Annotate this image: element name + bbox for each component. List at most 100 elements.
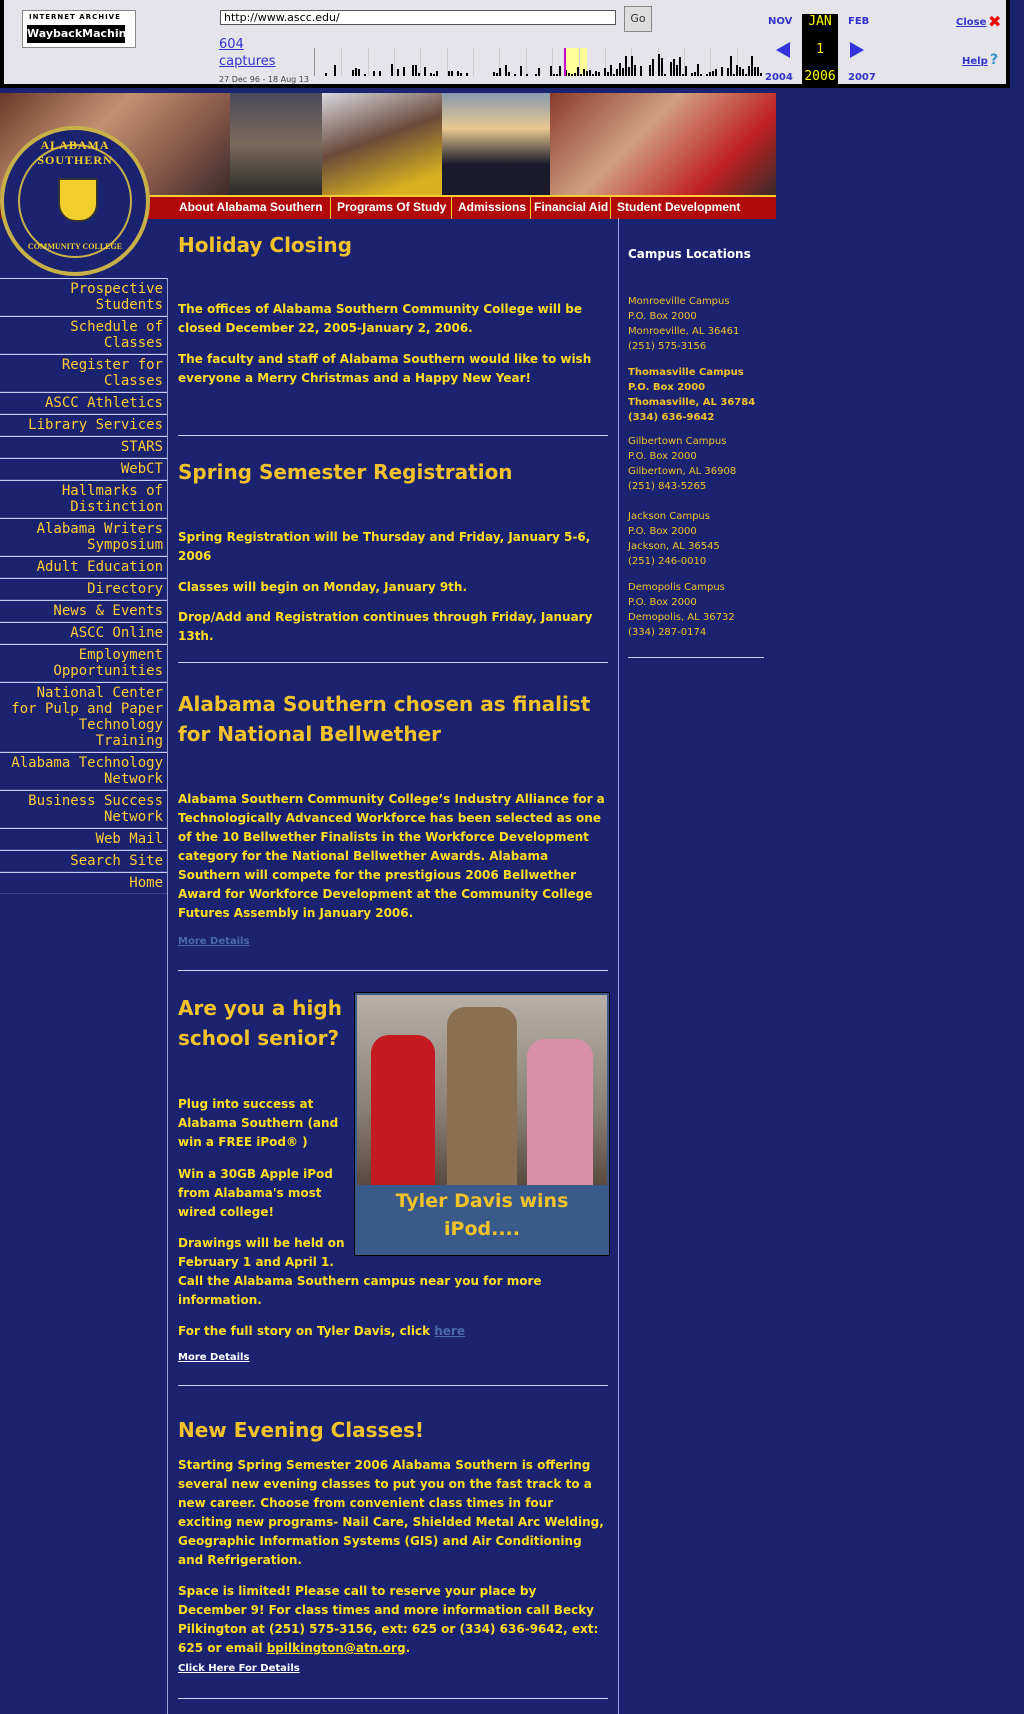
sparkline-bar bbox=[712, 71, 714, 76]
prev-capture-arrow-icon[interactable] bbox=[776, 42, 790, 58]
evening-details-link[interactable]: Click Here For Details bbox=[178, 1663, 300, 1674]
sparkline-bar bbox=[457, 71, 459, 76]
sparkline-bar bbox=[325, 73, 327, 76]
sparkline-bar bbox=[598, 72, 600, 76]
sidebar-item[interactable]: Web Mail bbox=[0, 828, 167, 850]
bellwether-text: Alabama Southern Community College’s Ind… bbox=[178, 792, 605, 920]
sparkline-bar bbox=[709, 72, 711, 76]
senior-text-2: Win a 30GB Apple iPod from Alabama's mos… bbox=[178, 1167, 333, 1219]
campus-name: Jackson Campus bbox=[628, 511, 710, 522]
holiday-text-2: The faculty and staff of Alabama Souther… bbox=[178, 352, 592, 385]
holiday-title: Holiday Closing bbox=[178, 233, 352, 257]
captures-count: 604 bbox=[219, 37, 244, 52]
campus-phone: (251) 246-0010 bbox=[628, 556, 707, 567]
senior-more-link[interactable]: More Details bbox=[178, 1352, 249, 1363]
sidebar-item[interactable]: Register for Classes bbox=[0, 354, 167, 392]
nav-financial-aid[interactable]: Financial Aid bbox=[534, 200, 608, 214]
seal-shield-icon bbox=[58, 178, 98, 222]
sparkline-bar bbox=[652, 59, 654, 76]
bellwether-more-link[interactable]: More Details bbox=[178, 936, 249, 947]
capture-sparkline[interactable] bbox=[314, 48, 763, 76]
sidebar-item[interactable]: Hallmarks of Distinction bbox=[0, 480, 167, 518]
nav-student-development[interactable]: Student Development bbox=[617, 200, 740, 214]
tyler-photo-box[interactable]: Tyler Davis wins iPod.... bbox=[354, 992, 610, 1256]
wayback-logo[interactable]: INTERNET ARCHIVE WaybackMachine bbox=[22, 10, 136, 48]
next-capture-arrow-icon[interactable] bbox=[850, 42, 864, 58]
wayback-logo-main: WaybackMachine bbox=[27, 25, 134, 43]
sparkline-bar bbox=[418, 73, 420, 76]
sidebar-item[interactable]: Employment Opportunities bbox=[0, 644, 167, 682]
sparkline-bar bbox=[745, 74, 747, 76]
sparkline-bar bbox=[526, 74, 528, 76]
sparkline-bar bbox=[622, 68, 624, 76]
sparkline-bar bbox=[430, 73, 432, 76]
sidebar-item[interactable]: ASCC Athletics bbox=[0, 392, 167, 414]
sidebar-item[interactable]: Schedule of Classes bbox=[0, 316, 167, 354]
sidebar-item[interactable]: Alabama Writers Symposium bbox=[0, 518, 167, 556]
go-button[interactable]: Go bbox=[624, 6, 652, 32]
sidebar-item[interactable]: ASCC Online bbox=[0, 622, 167, 644]
sparkline-bar bbox=[625, 56, 627, 76]
email-link[interactable]: bpilkington@atn.org bbox=[267, 1641, 406, 1655]
close-icon[interactable]: ✖ bbox=[988, 12, 1001, 31]
sidebar-item[interactable]: Prospective Students bbox=[0, 278, 167, 316]
campus-box: P.O. Box 2000 bbox=[628, 451, 697, 462]
next-month-label[interactable]: FEB bbox=[848, 16, 869, 27]
sparkline-bar bbox=[424, 67, 426, 76]
help-icon[interactable]: ? bbox=[990, 52, 998, 68]
close-link[interactable]: Close bbox=[956, 17, 986, 28]
help-link[interactable]: Help bbox=[962, 56, 988, 67]
sparkline-bar bbox=[397, 69, 399, 76]
tyler-story-link[interactable]: here bbox=[434, 1324, 465, 1338]
sparkline-bar bbox=[604, 68, 606, 76]
sidebar-item[interactable]: Library Services bbox=[0, 414, 167, 436]
url-input[interactable]: http://www.ascc.edu/ bbox=[220, 10, 616, 25]
current-day: 1 bbox=[816, 42, 824, 57]
evening-text-2: Space is limited! Please call to reserve… bbox=[178, 1582, 608, 1658]
sparkline-bar bbox=[727, 68, 729, 76]
sparkline-bar bbox=[742, 69, 744, 76]
sparkline-bar bbox=[736, 65, 738, 76]
nav-admissions[interactable]: Admissions bbox=[458, 200, 526, 214]
sidebar-item[interactable]: News & Events bbox=[0, 600, 167, 622]
sparkline-bar bbox=[520, 66, 522, 76]
current-date: JAN 1 2006 bbox=[802, 14, 838, 88]
sparkline-bar bbox=[577, 67, 579, 76]
sparkline-bar bbox=[451, 71, 453, 76]
prev-year-label[interactable]: 2004 bbox=[765, 72, 793, 83]
campus-name: Demopolis Campus bbox=[628, 582, 725, 593]
sparkline-bar bbox=[499, 68, 501, 76]
prev-month-label[interactable]: NOV bbox=[768, 16, 792, 27]
sidebar-item[interactable]: Adult Education bbox=[0, 556, 167, 578]
sparkline-bar bbox=[358, 69, 360, 76]
sidebar-item[interactable]: WebCT bbox=[0, 458, 167, 480]
sparkline-bar bbox=[694, 72, 696, 76]
holiday-text-1: The offices of Alabama Southern Communit… bbox=[178, 302, 582, 335]
nav-programs[interactable]: Programs Of Study bbox=[337, 200, 446, 214]
next-year-label[interactable]: 2007 bbox=[848, 72, 876, 83]
sparkline-bar bbox=[514, 74, 516, 76]
campus-entry: Jackson Campus P.O. Box 2000 Jackson, AL 3… bbox=[628, 509, 720, 569]
sidebar-item[interactable]: Home bbox=[0, 872, 167, 894]
photo-person-right bbox=[527, 1039, 593, 1185]
sparkline-bar bbox=[733, 74, 735, 76]
sidebar-item[interactable]: Search Site bbox=[0, 850, 167, 872]
sidebar-item[interactable]: Business Success Network bbox=[0, 790, 167, 828]
campus-name: Monroeville Campus bbox=[628, 296, 730, 307]
sidebar-item[interactable]: National Center for Pulp and Paper Techn… bbox=[0, 682, 167, 752]
sparkline-bar bbox=[355, 68, 357, 76]
tyler-photo bbox=[357, 995, 607, 1185]
sparkline-bar bbox=[595, 71, 597, 76]
campus-city: Thomasville, AL 36784 bbox=[628, 397, 756, 408]
captures-link[interactable]: 604 captures bbox=[219, 36, 276, 70]
sidebar-item[interactable]: STARS bbox=[0, 436, 167, 458]
sparkline-bar bbox=[679, 57, 681, 76]
banner-photo-graduate bbox=[442, 93, 550, 195]
campus-locations: Campus Locations Monroeville Campus P.O. … bbox=[628, 247, 768, 658]
nav-about[interactable]: About Alabama Southern bbox=[179, 200, 323, 214]
campus-entry: Monroeville Campus P.O. Box 2000 Monroevil… bbox=[628, 294, 739, 354]
sidebar-item[interactable]: Alabama Technology Network bbox=[0, 752, 167, 790]
campus-phone: (251) 575-3156 bbox=[628, 341, 707, 352]
college-seal-logo[interactable]: ALABAMA SOUTHERN COMMUNITY COLLEGE bbox=[0, 126, 150, 276]
sidebar-item[interactable]: Directory bbox=[0, 578, 167, 600]
